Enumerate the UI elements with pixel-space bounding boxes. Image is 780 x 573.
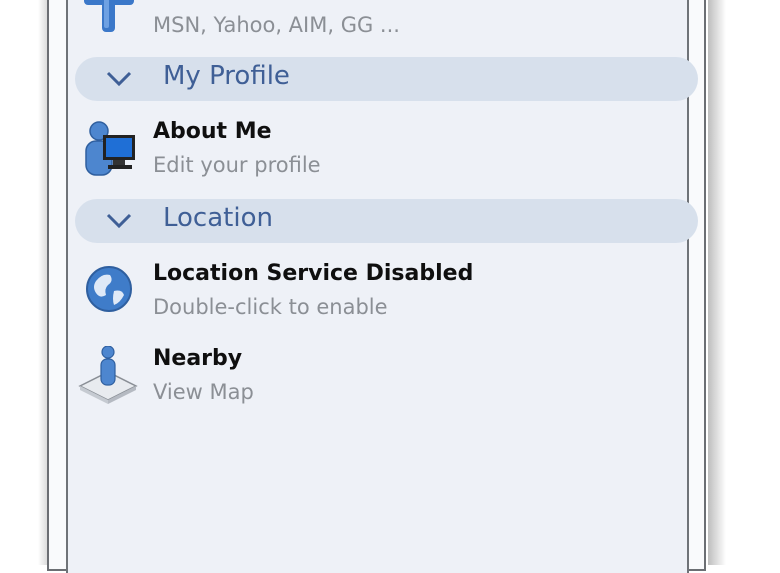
about-me-title: About Me: [153, 119, 272, 144]
list-item-nearby[interactable]: Nearby View Map: [68, 345, 668, 410]
section-label-location: Location: [163, 203, 273, 233]
about-me-subtitle: Edit your profile: [153, 153, 321, 177]
chevron-down-icon: [106, 71, 132, 87]
list-item-location-service[interactable]: Location Service Disabled Double-click t…: [68, 261, 668, 325]
list-item-accounts[interactable]: MSN, Yahoo, AIM, GG ...: [68, 0, 668, 50]
app-window: MSN, Yahoo, AIM, GG ... My Profile About…: [47, 0, 706, 573]
user-computer-icon: [78, 119, 140, 183]
location-service-title: Location Service Disabled: [153, 261, 474, 286]
add-plus-icon: [78, 0, 140, 50]
nearby-subtitle: View Map: [153, 380, 254, 404]
nearby-title: Nearby: [153, 346, 243, 371]
accounts-subtitle: MSN, Yahoo, AIM, GG ...: [153, 13, 400, 37]
list-item-about-me[interactable]: About Me Edit your profile: [68, 119, 668, 183]
location-service-subtitle: Double-click to enable: [153, 295, 388, 319]
section-header-location[interactable]: Location: [75, 199, 698, 243]
globe-icon: [78, 261, 140, 325]
section-label-my-profile: My Profile: [163, 61, 290, 91]
section-header-my-profile[interactable]: My Profile: [75, 57, 698, 101]
chevron-down-icon: [106, 213, 132, 229]
map-pin-person-icon: [78, 345, 140, 410]
side-panel: MSN, Yahoo, AIM, GG ... My Profile About…: [66, 0, 698, 573]
window-shadow-right: [708, 0, 726, 565]
